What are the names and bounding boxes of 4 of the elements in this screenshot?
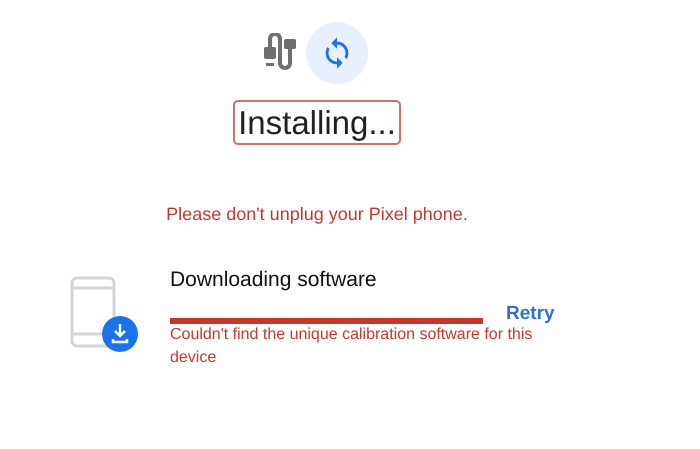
page-title: Installing...: [233, 100, 401, 146]
step-title: Downloading software: [170, 267, 378, 294]
warning-message: Please don't unplug your Pixel phone.: [166, 203, 468, 226]
cable-icon: [262, 33, 298, 73]
